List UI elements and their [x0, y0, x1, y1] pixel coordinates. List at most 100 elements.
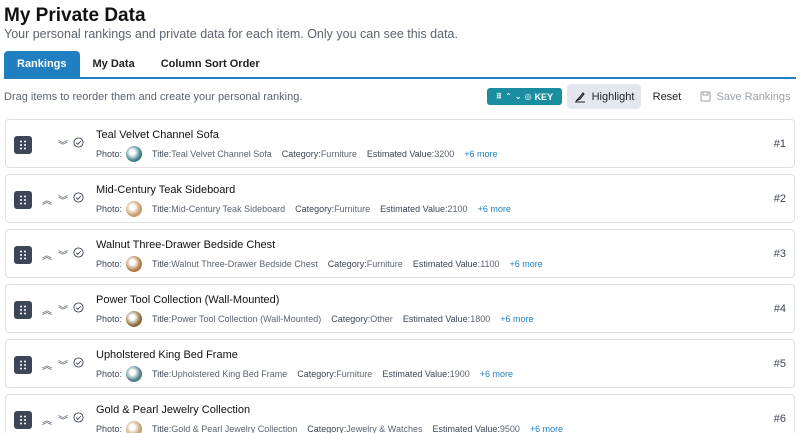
instructions-text: Drag items to reorder them and create yo… [4, 91, 303, 103]
drag-handle-icon[interactable] [14, 136, 32, 154]
item-estimated-value: 1800 [470, 314, 491, 324]
move-up-icon[interactable]: ︽ [42, 357, 52, 372]
check-circle-icon[interactable] [73, 412, 84, 423]
more-fields-link[interactable]: +6 more [530, 424, 563, 433]
item-estimated-value: 9500 [499, 424, 520, 433]
move-up-icon[interactable]: ︽ [42, 302, 52, 317]
item-estimated-value: 1100 [480, 259, 500, 269]
item-category-value: Furniture [334, 204, 371, 214]
title-label: Title: [152, 259, 172, 269]
item-photo-thumbnail[interactable] [126, 256, 143, 272]
chevron-down-key-icon: ⌄ [514, 92, 522, 101]
item-estimated-value: 2100 [447, 204, 468, 214]
check-circle-icon[interactable] [73, 137, 84, 148]
save-rankings-button[interactable]: Save Rankings [694, 84, 796, 109]
item-name: Walnut Three-Drawer Bedside Chest [96, 239, 276, 251]
photo-label: Photo: [96, 204, 123, 214]
key-badge[interactable]: ⠿ ⌃ ⌄ ◎ KEY [487, 88, 562, 105]
reset-button[interactable]: Reset [645, 84, 689, 109]
ranking-row[interactable]: ︽ ︾ Teal Velvet Channel Sofa Photo: Titl… [5, 119, 795, 168]
item-photo-thumbnail[interactable] [126, 421, 143, 433]
more-fields-link[interactable]: +6 more [478, 204, 511, 214]
check-circle-key-icon: ◎ [524, 92, 532, 101]
drag-handle-key-icon: ⠿ [495, 92, 503, 101]
check-circle-icon[interactable] [73, 247, 84, 258]
save-rankings-label: Save Rankings [716, 90, 791, 103]
tab-bar: Rankings My Data Column Sort Order [4, 51, 796, 79]
save-icon [700, 91, 710, 102]
more-fields-link[interactable]: +6 more [500, 314, 533, 324]
item-meta: Photo: Title:Upholstered King Bed Frame … [96, 366, 513, 382]
title-label: Title: [152, 424, 172, 433]
more-fields-link[interactable]: +6 more [464, 149, 497, 159]
tab-rankings[interactable]: Rankings [4, 51, 80, 77]
item-photo-thumbnail[interactable] [126, 201, 143, 217]
category-label: Category: [331, 314, 371, 324]
item-photo-thumbnail[interactable] [126, 146, 143, 162]
item-category-value: Furniture [366, 259, 403, 269]
ranking-row[interactable]: ︽ ︾ Gold & Pearl Jewelry Collection Phot… [5, 394, 795, 433]
move-up-icon[interactable]: ︽ [42, 192, 52, 207]
rank-number: #2 [773, 193, 786, 205]
item-photo-thumbnail[interactable] [126, 366, 143, 382]
estimated-value-label: Estimated Value: [366, 149, 435, 159]
move-down-icon[interactable]: ︾ [58, 357, 68, 372]
drag-handle-icon[interactable] [14, 411, 32, 429]
item-meta: Photo: Title:Mid-Century Teak Sideboard … [96, 201, 511, 217]
chevron-up-key-icon: ⌃ [505, 92, 512, 101]
item-title-value: Walnut Three-Drawer Bedside Chest [171, 259, 318, 269]
move-down-icon[interactable]: ︾ [58, 412, 68, 427]
ranking-row[interactable]: ︽ ︾ Mid-Century Teak Sideboard Photo: Ti… [5, 174, 795, 223]
highlight-button[interactable]: Highlight [567, 84, 641, 109]
ranking-row[interactable]: ︽ ︾ Power Tool Collection (Wall-Mounted)… [5, 284, 795, 333]
ranking-row[interactable]: ︽ ︾ Upholstered King Bed Frame Photo: Ti… [5, 339, 795, 388]
more-fields-link[interactable]: +6 more [510, 259, 543, 269]
category-label: Category: [297, 369, 337, 379]
move-down-icon[interactable]: ︾ [58, 137, 68, 152]
item-category-value: Other [370, 314, 393, 324]
drag-handle-icon[interactable] [14, 301, 32, 319]
drag-handle-icon[interactable] [14, 246, 32, 264]
drag-handle-icon[interactable] [14, 356, 32, 374]
title-label: Title: [152, 369, 172, 379]
check-circle-icon[interactable] [73, 357, 84, 368]
category-label: Category: [307, 424, 347, 433]
move-down-icon[interactable]: ︾ [58, 192, 68, 207]
highlight-label: Highlight [591, 90, 635, 103]
reset-label: Reset [652, 90, 682, 103]
ranking-row[interactable]: ︽ ︾ Walnut Three-Drawer Bedside Chest Ph… [5, 229, 795, 278]
move-down-icon[interactable]: ︾ [58, 302, 68, 317]
item-photo-thumbnail[interactable] [126, 311, 143, 327]
estimated-value-label: Estimated Value: [380, 204, 448, 214]
photo-label: Photo: [96, 259, 123, 269]
tab-column-sort-order[interactable]: Column Sort Order [148, 51, 273, 77]
item-title-value: Gold & Pearl Jewelry Collection [171, 424, 298, 433]
photo-label: Photo: [96, 424, 123, 433]
estimated-value-label: Estimated Value: [432, 424, 500, 433]
item-name: Mid-Century Teak Sideboard [96, 184, 236, 196]
estimated-value-label: Estimated Value: [402, 314, 471, 324]
item-category-value: Jewelry & Watches [346, 424, 423, 433]
item-name: Upholstered King Bed Frame [96, 349, 238, 361]
item-title-value: Teal Velvet Channel Sofa [171, 149, 272, 159]
rank-number: #6 [773, 413, 786, 425]
rankings-list: ︽ ︾ Teal Velvet Channel Sofa Photo: Titl… [5, 119, 795, 433]
move-up-icon[interactable]: ︽ [42, 412, 52, 427]
tab-my-data[interactable]: My Data [80, 51, 148, 77]
title-label: Title: [152, 149, 172, 159]
check-circle-icon[interactable] [73, 192, 84, 203]
title-label: Title: [152, 314, 172, 324]
move-down-icon[interactable]: ︾ [58, 247, 68, 262]
item-category-value: Furniture [336, 369, 373, 379]
photo-label: Photo: [96, 314, 123, 324]
category-label: Category: [295, 204, 335, 214]
rank-number: #1 [773, 138, 786, 150]
photo-label: Photo: [96, 369, 123, 379]
estimated-value-label: Estimated Value: [382, 369, 450, 379]
drag-handle-icon[interactable] [14, 191, 32, 209]
item-name: Teal Velvet Channel Sofa [96, 129, 219, 141]
rank-number: #5 [773, 358, 786, 370]
more-fields-link[interactable]: +6 more [480, 369, 513, 379]
move-up-icon[interactable]: ︽ [42, 247, 52, 262]
check-circle-icon[interactable] [73, 302, 84, 313]
